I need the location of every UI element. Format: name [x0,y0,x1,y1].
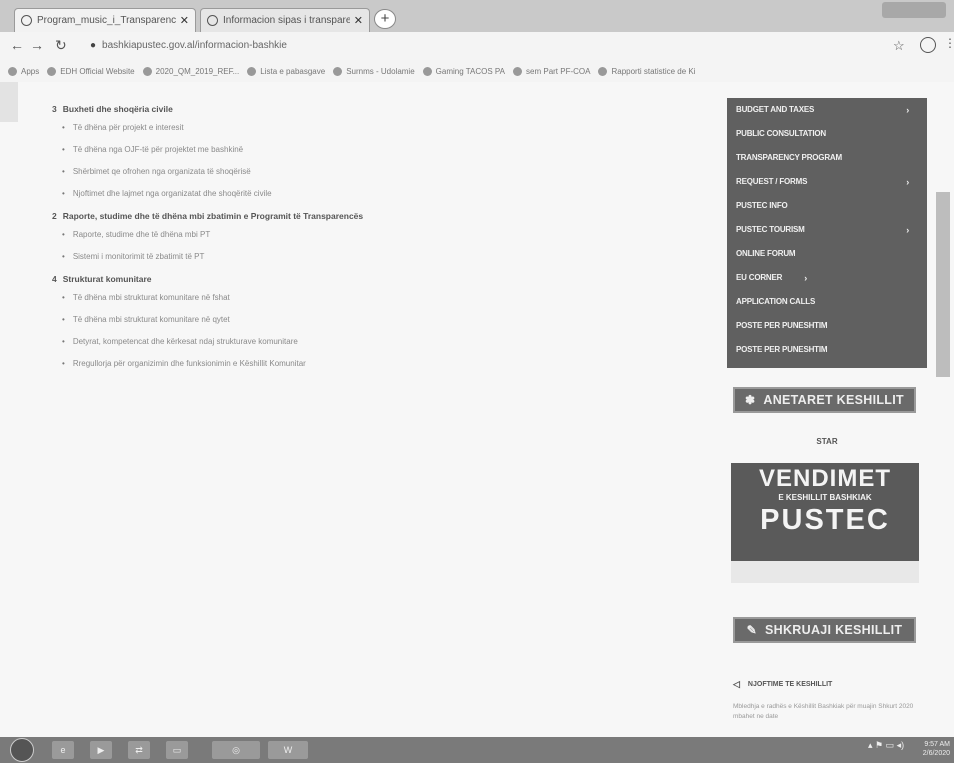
menu-item-pustec-tourism[interactable]: PUSTEC TOURISM › [727,218,927,242]
bookmark-item[interactable]: Surnms - Udolamie [333,66,415,76]
browser-tab[interactable]: Informacion sipas i transparenc ✕ [200,8,370,32]
bookmark-item[interactable]: EDH Official Website [47,66,135,76]
poster-title: VENDIMET [758,465,891,492]
reload-icon[interactable]: ↻ [55,37,67,54]
new-tab-button[interactable]: + [374,9,396,29]
list-item-link[interactable]: Të dhëna nga OJF-të për projektet me bas… [52,145,672,154]
system-tray[interactable]: ▴ ⚑ ▭ ◂) [868,740,904,751]
window-controls[interactable] [882,2,946,18]
bookmark-icon [422,66,432,76]
menu-item-poste-per-punesim[interactable]: POSTE PER PUNESHTIM [727,314,927,338]
bookmark-item[interactable]: 2020_QM_2019_REF... [142,66,239,76]
council-news-text[interactable]: Mbledhja e radhës e Këshillit Bashkiak p… [733,702,918,722]
menu-item-online-forum[interactable]: ONLINE FORUM [727,242,927,266]
star-project-logo: STAR [816,437,838,446]
write-council-button[interactable]: ✎ SHKRUAJI KESHILLIT [733,617,916,643]
browser-tabstrip: Program_music_i_Transparence ✕ Informaci… [0,0,954,32]
bookmark-item[interactable]: Lista e pabasgave [247,66,325,76]
megaphone-icon: ◁ [733,679,740,689]
section-title: 2 Raporte, studime dhe të dhëna mbi zbati… [52,211,364,221]
poster-subtitle: E KESHILLIT BASHKIAK [778,493,872,502]
menu-item-request-forms[interactable]: REQUEST / FORMS › [727,170,927,194]
sponsor-logos-strip [731,561,919,583]
list-item-link[interactable]: Sistemi i monitorimit të zbatimit të PT [52,252,672,261]
content-section: 3Buxheti dhe shoqëria civile Të dhëna pë… [52,104,672,198]
bookmark-icon [598,66,608,76]
taskbar-clock[interactable]: 9:57 AM 2/6/2020 [918,740,950,758]
word-icon[interactable]: W [268,741,308,759]
list-item-link[interactable]: Raporte, studime dhe të dhëna mbi PT [52,230,672,239]
windows-taskbar: e ▶ ⇄ ▭ ◎ W ▴ ⚑ ▭ ◂) 9:57 AM 2/6/2020 [0,737,954,763]
bookmark-icon [47,66,57,76]
list-item-link[interactable]: Shërbimet qe ofrohen nga organizata të s… [52,167,672,176]
list-item-link[interactable]: Rregullorja për organizimin dhe funksion… [52,359,672,368]
page-scrollbar[interactable] [936,192,950,377]
folder-icon[interactable]: ▭ [166,741,188,759]
menu-item-budget-taxes[interactable]: BUDGET AND TAXES › [727,98,927,122]
menu-item-public-consultation[interactable]: PUBLIC CONSULTATION [727,122,927,146]
bookmark-icon [513,66,523,76]
page-left-strip [0,82,18,122]
close-icon[interactable]: ✕ [180,14,189,27]
chevron-right-icon: › [906,177,909,187]
lock-icon: ● [90,40,97,51]
content-section: 2 Raporte, studime dhe të dhëna mbi zbati… [52,211,672,261]
bookmark-item[interactable]: Rapporti statistice de Ki [598,66,696,76]
close-icon[interactable]: ✕ [354,14,363,27]
list-item-link[interactable]: Detyrat, kompetencat dhe kërkesat ndaj s… [52,337,672,346]
apps-icon [8,66,17,76]
menu-item-poste-per-punesim[interactable]: POSTE PER PUNESHTIM [727,338,927,362]
web-page: 3Buxheti dhe shoqëria civile Të dhëna pë… [0,82,954,737]
address-bar-row: ← → ↻ ● bashkiapustec.gov.al/informacion-… [0,32,954,60]
menu-item-application-calls[interactable]: APPLICATION CALLS [727,290,927,314]
section-title: 4 Strukturat komunitare [52,274,152,284]
bookmark-icon [333,66,343,76]
chevron-right-icon: › [804,273,807,283]
menu-item-transparency-program[interactable]: TRANSPARENCY PROGRAM [727,146,927,170]
forward-icon[interactable]: → [30,37,44,53]
list-item-link[interactable]: Të dhëna për projekt e interesit [52,123,672,132]
chrome-icon [21,15,32,26]
menu-item-eu-corner[interactable]: EU CORNER › [727,266,927,290]
list-item-link[interactable]: Të dhëna mbi strukturat komunitare në qy… [52,315,672,324]
poster-name: PUSTEC [760,504,890,536]
tab-label: Informacion sipas i transparenc [223,15,350,26]
media-player-icon[interactable]: ▶ [90,741,112,759]
list-item-link[interactable]: Të dhëna mbi strukturat komunitare në fs… [52,293,672,302]
section-title: 3 Buxheti dhe shoqëria civile [52,104,173,114]
bookmark-item[interactable]: Gaming TACOS PA [422,66,505,76]
chrome-icon[interactable]: ◎ [212,741,260,759]
bookmark-item[interactable]: sem Part PF-COA [513,66,590,76]
back-icon[interactable]: ← [10,37,24,53]
chrome-icon [207,15,218,26]
list-item-link[interactable]: Njoftimet dhe lajmet nga organizatat dhe… [52,189,672,198]
council-news-heading: ◁ NJOFTIME TE KESHILLIT [733,679,833,689]
bookmark-star-icon[interactable]: ☆ [893,38,905,54]
teamviewer-icon[interactable]: ⇄ [128,741,150,759]
bookmark-icon [247,66,257,76]
council-decisions-banner[interactable]: VENDIMET E KESHILLIT BASHKIAK PUSTEC [731,463,919,583]
council-members-button[interactable]: ✽ ANETARET KESHILLIT [733,387,916,413]
sidebar-menu: BUDGET AND TAXES › PUBLIC CONSULTATION TR… [727,98,927,368]
tab-label: Program_music_i_Transparence [37,15,176,26]
menu-item-pustec-info[interactable]: PUSTEC INFO [727,194,927,218]
main-content: 3Buxheti dhe shoqëria civile Të dhëna pë… [52,104,672,381]
account-icon[interactable] [920,37,936,53]
content-section: 4Strukturat komunitare Të dhëna mbi stru… [52,274,672,368]
internet-explorer-icon[interactable]: e [52,741,74,759]
chevron-right-icon: › [906,225,909,235]
bookmark-icon [142,66,152,76]
browser-tab[interactable]: Program_music_i_Transparence ✕ [14,8,196,32]
users-icon: ✽ [745,393,756,407]
menu-dots-icon[interactable]: ⋮ [944,36,954,50]
chevron-right-icon: › [906,105,909,115]
url-field[interactable]: ● bashkiapustec.gov.al/informacion-bashki… [90,37,870,55]
bookmarks-bar: Apps EDH Official Website 2020_QM_2019_R… [0,60,954,82]
bookmark-item[interactable]: Apps [8,66,39,76]
pencil-icon: ✎ [746,623,757,637]
start-button[interactable] [10,738,34,762]
url-text: bashkiapustec.gov.al/informacion-bashkie [102,40,287,51]
